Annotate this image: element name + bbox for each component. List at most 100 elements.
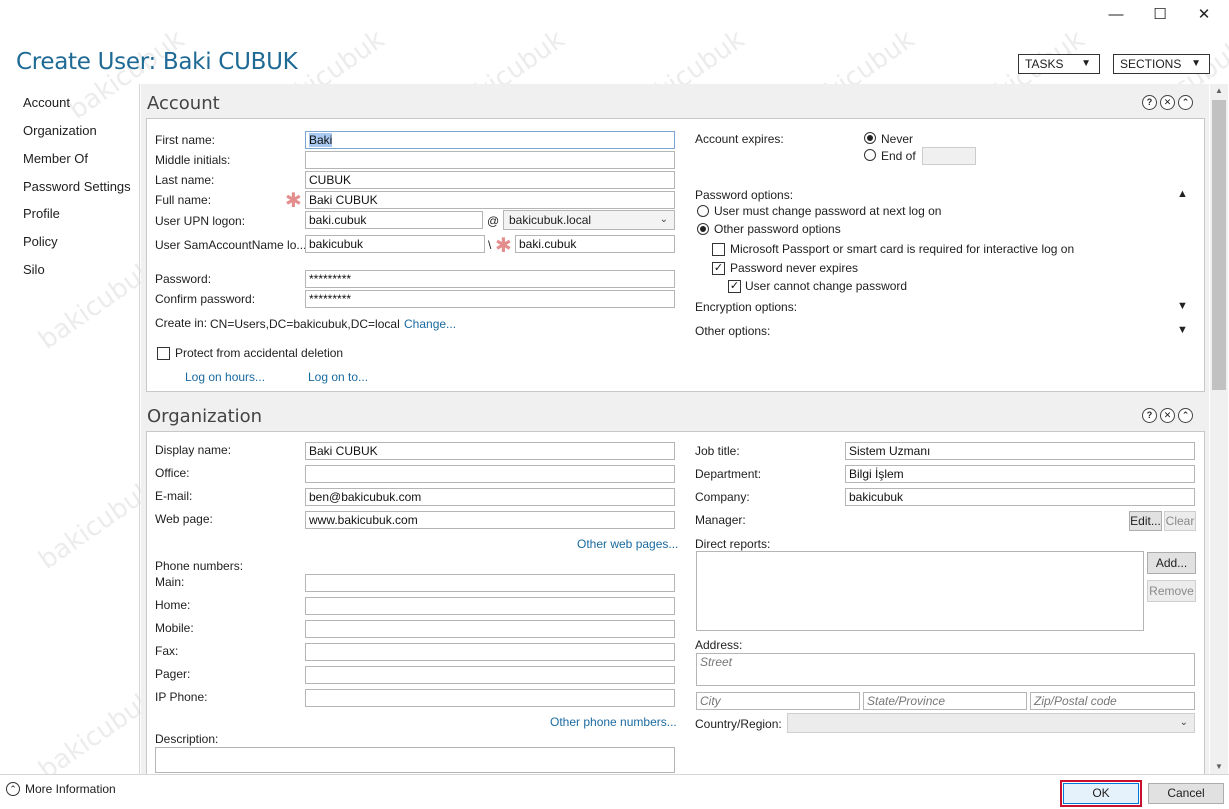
log-on-to-link[interactable]: Log on to... bbox=[308, 370, 368, 384]
ip-phone-field[interactable] bbox=[305, 689, 675, 707]
display-name-label: Display name: bbox=[155, 443, 232, 457]
section-nav: Account Organization Member Of Password … bbox=[0, 84, 140, 774]
smart-card-label: Microsoft Passport or smart card is requ… bbox=[730, 242, 1075, 256]
close-icon[interactable]: ✕ bbox=[1160, 95, 1175, 110]
mobile-phone-label: Mobile: bbox=[155, 621, 194, 635]
required-asterisk-icon: ✱ bbox=[495, 235, 512, 257]
vertical-scrollbar[interactable]: ▲ ▼ bbox=[1210, 84, 1228, 774]
last-name-field[interactable]: CUBUK bbox=[305, 171, 675, 189]
display-name-field[interactable]: Baki CUBUK bbox=[305, 442, 675, 460]
nav-silo[interactable]: Silo bbox=[23, 262, 45, 277]
phone-numbers-label: Phone numbers: bbox=[155, 559, 244, 573]
manager-edit-button[interactable]: Edit... bbox=[1129, 511, 1162, 531]
nav-password-settings[interactable]: Password Settings bbox=[23, 179, 131, 194]
pager-field[interactable] bbox=[305, 666, 675, 684]
first-name-label: First name: bbox=[155, 133, 216, 147]
scroll-thumb[interactable] bbox=[1212, 100, 1226, 390]
cannot-change-checkbox[interactable]: ✓ bbox=[728, 280, 741, 293]
first-name-field[interactable]: Baki bbox=[305, 131, 675, 149]
organization-section-icons: ? ✕ ⌃ bbox=[1142, 408, 1193, 423]
mobile-phone-field[interactable] bbox=[305, 620, 675, 638]
collapse-arrow-icon[interactable]: ▲ bbox=[1177, 188, 1188, 200]
more-information-label[interactable]: More Information bbox=[25, 782, 116, 796]
email-field[interactable]: ben@bakicubuk.com bbox=[305, 488, 675, 506]
web-page-field[interactable]: www.bakicubuk.com bbox=[305, 511, 675, 529]
nav-account[interactable]: Account bbox=[23, 95, 70, 110]
other-password-options-radio[interactable] bbox=[697, 223, 709, 235]
expand-arrow-icon[interactable]: ▼ bbox=[1177, 324, 1188, 336]
tasks-label: TASKS bbox=[1025, 57, 1064, 71]
manager-clear-button[interactable]: Clear bbox=[1164, 511, 1196, 531]
must-change-radio[interactable] bbox=[697, 205, 709, 217]
change-link[interactable]: Change... bbox=[404, 317, 456, 331]
email-label: E-mail: bbox=[155, 489, 193, 503]
zip-field[interactable]: Zip/Postal code bbox=[1030, 692, 1195, 710]
fax-field[interactable] bbox=[305, 643, 675, 661]
help-icon[interactable]: ? bbox=[1142, 408, 1157, 423]
ok-button[interactable]: OK bbox=[1063, 783, 1139, 804]
maximize-icon[interactable]: ☐ bbox=[1137, 4, 1183, 26]
sections-button[interactable]: SECTIONS ▼ bbox=[1113, 54, 1210, 74]
end-of-radio[interactable] bbox=[864, 149, 876, 161]
smart-card-checkbox[interactable] bbox=[712, 243, 725, 256]
street-field[interactable]: Street bbox=[696, 653, 1195, 686]
close-icon[interactable]: ✕ bbox=[1181, 4, 1227, 26]
help-icon[interactable]: ? bbox=[1142, 95, 1157, 110]
description-label: Description: bbox=[155, 732, 219, 746]
direct-reports-list[interactable] bbox=[696, 551, 1144, 631]
log-on-hours-link[interactable]: Log on hours... bbox=[185, 370, 265, 384]
other-web-pages-link[interactable]: Other web pages... bbox=[577, 537, 678, 551]
backslash-sign: \ bbox=[488, 238, 492, 252]
scroll-up-icon[interactable]: ▲ bbox=[1210, 84, 1228, 98]
cancel-button[interactable]: Cancel bbox=[1148, 783, 1224, 804]
expand-arrow-icon[interactable]: ▼ bbox=[1177, 300, 1188, 312]
country-select[interactable]: ⌄ bbox=[787, 713, 1195, 733]
company-field[interactable]: bakicubuk bbox=[845, 488, 1195, 506]
state-field[interactable]: State/Province bbox=[863, 692, 1027, 710]
fax-label: Fax: bbox=[155, 644, 179, 658]
scroll-down-icon[interactable]: ▼ bbox=[1210, 760, 1228, 774]
close-icon[interactable]: ✕ bbox=[1160, 408, 1175, 423]
tasks-button[interactable]: TASKS ▼ bbox=[1018, 54, 1100, 74]
other-phone-numbers-link[interactable]: Other phone numbers... bbox=[550, 715, 677, 729]
must-change-label: User must change password at next log on bbox=[714, 204, 942, 218]
middle-initials-field[interactable] bbox=[305, 151, 675, 169]
never-radio[interactable] bbox=[864, 132, 876, 144]
nav-policy[interactable]: Policy bbox=[23, 234, 58, 249]
expand-up-icon[interactable]: ⌃ bbox=[6, 782, 20, 796]
department-label: Department: bbox=[695, 467, 762, 481]
never-expires-checkbox[interactable]: ✓ bbox=[712, 262, 725, 275]
confirm-password-label: Confirm password: bbox=[155, 292, 256, 306]
nav-organization[interactable]: Organization bbox=[23, 123, 97, 138]
nav-profile[interactable]: Profile bbox=[23, 206, 60, 221]
other-options-label: Other options: bbox=[695, 324, 771, 338]
city-field[interactable]: City bbox=[696, 692, 860, 710]
confirm-password-field[interactable]: ********* bbox=[305, 290, 675, 308]
sam-domain-field[interactable]: bakicubuk bbox=[305, 235, 485, 253]
chevron-down-icon: ⌄ bbox=[1179, 717, 1188, 728]
collapse-icon[interactable]: ⌃ bbox=[1178, 408, 1193, 423]
minimize-icon[interactable]: — bbox=[1093, 4, 1139, 26]
nav-member-of[interactable]: Member Of bbox=[23, 151, 88, 166]
home-phone-field[interactable] bbox=[305, 597, 675, 615]
description-field[interactable] bbox=[155, 747, 675, 773]
sam-field[interactable]: baki.cubuk bbox=[515, 235, 675, 253]
end-of-date-field[interactable] bbox=[922, 147, 976, 165]
main-phone-field[interactable] bbox=[305, 574, 675, 592]
required-asterisk-icon: ✱ bbox=[285, 190, 302, 212]
department-field[interactable]: Bilgi İşlem bbox=[845, 465, 1195, 483]
remove-direct-report-button[interactable]: Remove bbox=[1147, 580, 1196, 602]
main-phone-label: Main: bbox=[155, 575, 185, 589]
full-name-label: Full name: bbox=[155, 193, 212, 207]
password-field[interactable]: ********* bbox=[305, 270, 675, 288]
protect-checkbox[interactable] bbox=[157, 347, 170, 360]
direct-reports-label: Direct reports: bbox=[695, 537, 771, 551]
upn-domain-select[interactable]: bakicubuk.local ⌄ bbox=[503, 210, 675, 230]
office-field[interactable] bbox=[305, 465, 675, 483]
upn-field[interactable]: baki.cubuk bbox=[305, 211, 483, 229]
manager-label: Manager: bbox=[695, 513, 746, 527]
full-name-field[interactable]: Baki CUBUK bbox=[305, 191, 675, 209]
job-title-field[interactable]: Sistem Uzmanı bbox=[845, 442, 1195, 460]
collapse-icon[interactable]: ⌃ bbox=[1178, 95, 1193, 110]
add-direct-report-button[interactable]: Add... bbox=[1147, 552, 1196, 574]
